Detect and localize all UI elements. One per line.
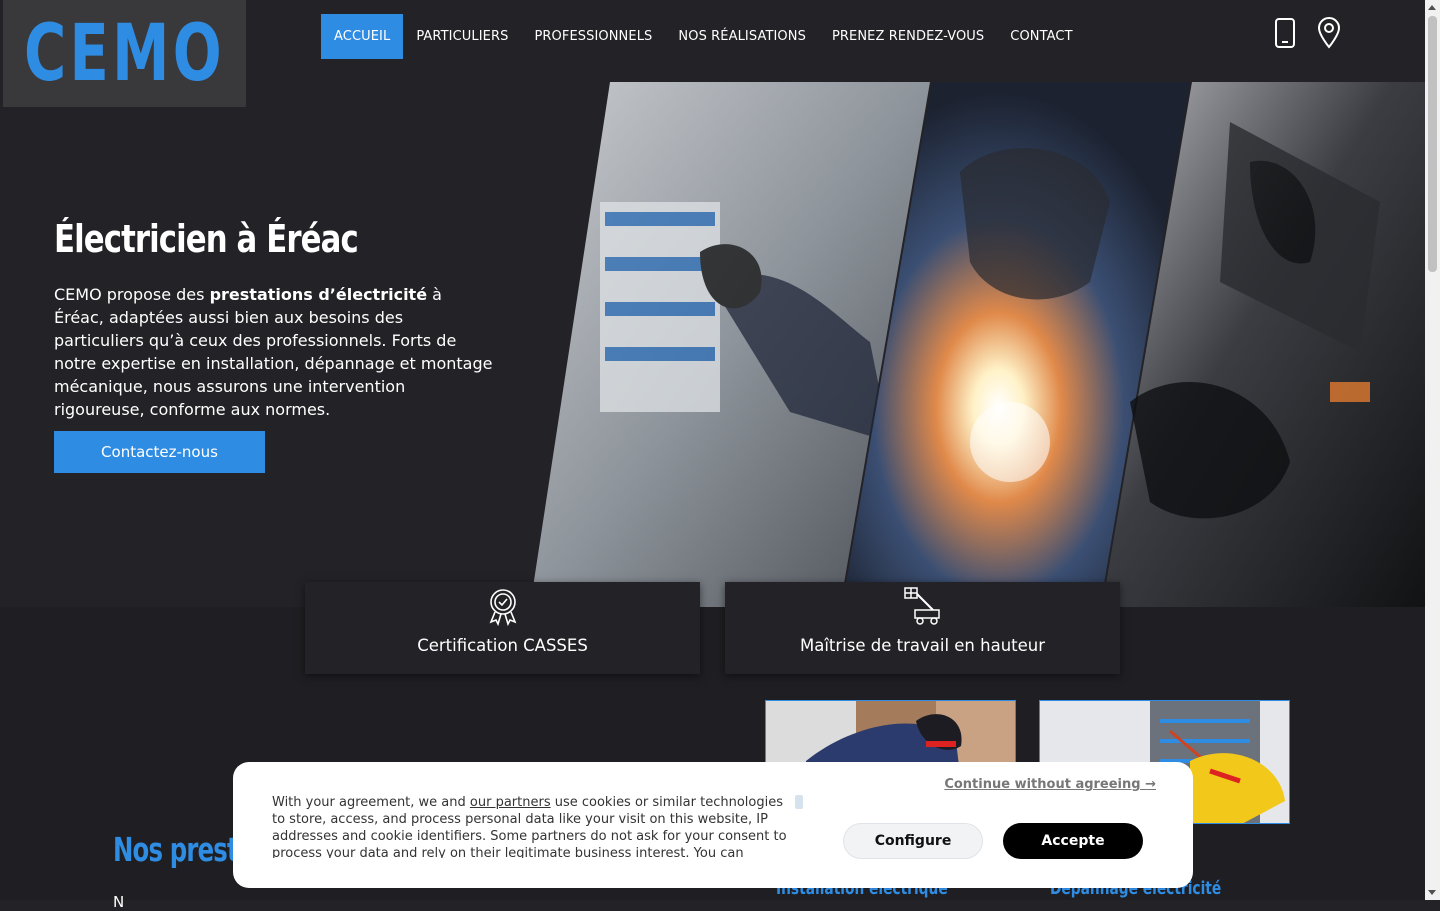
nav-item-rendez-vous[interactable]: PRENEZ RENDEZ-VOUS xyxy=(819,14,997,59)
nav-item-professionnels[interactable]: PROFESSIONNELS xyxy=(521,14,665,59)
cookie-text-scrollbar[interactable] xyxy=(795,795,803,809)
main-nav: ACCUEIL PARTICULIERS PROFESSIONNELS NOS … xyxy=(321,14,1086,59)
nav-item-contact[interactable]: CONTACT xyxy=(997,14,1085,59)
nav-item-particuliers[interactable]: PARTICULIERS xyxy=(403,14,521,59)
phone-icon[interactable] xyxy=(1272,17,1298,49)
logo-text: CEMO xyxy=(24,8,225,99)
scroll-down-arrow-icon[interactable] xyxy=(1428,890,1436,895)
scroll-up-arrow-icon[interactable] xyxy=(1428,5,1436,10)
hero-text: CEMO propose des prestations d’électrici… xyxy=(54,285,493,419)
header-icons xyxy=(1272,17,1342,49)
accept-button[interactable]: Accepte xyxy=(1003,823,1143,859)
location-pin-icon[interactable] xyxy=(1316,17,1342,49)
aerial-lift-icon xyxy=(903,586,943,626)
award-badge-icon xyxy=(483,586,523,627)
cookie-text: With your agreement, we and our partners… xyxy=(272,795,787,858)
services-intro: N xyxy=(113,893,125,911)
scrollbar-thumb[interactable] xyxy=(1428,16,1437,272)
continue-without-agreeing-link[interactable]: Continue without agreeing → xyxy=(944,777,1156,792)
partners-link[interactable]: our partners xyxy=(470,795,551,810)
feature-card-height-work: Maîtrise de travail en hauteur xyxy=(725,582,1120,674)
feature-label: Certification CASSES xyxy=(417,636,588,655)
hero-photo-collage xyxy=(530,82,1425,607)
hero-title: Électricien à Éréac xyxy=(54,217,359,261)
feature-card-certification: Certification CASSES xyxy=(305,582,700,674)
logo[interactable]: CEMO xyxy=(3,0,246,107)
page-scrollbar[interactable] xyxy=(1425,0,1440,900)
nav-item-accueil[interactable]: ACCUEIL xyxy=(321,14,404,59)
nav-item-realisations[interactable]: NOS RÉALISATIONS xyxy=(665,14,819,59)
hero-section: Électricien à Éréac CEMO propose des pre… xyxy=(0,82,1425,607)
configure-button[interactable]: Configure xyxy=(843,823,983,859)
cookie-consent-banner: Continue without agreeing → With your ag… xyxy=(233,762,1193,888)
contact-button[interactable]: Contactez-nous xyxy=(54,431,265,473)
feature-label: Maîtrise de travail en hauteur xyxy=(799,636,1046,655)
